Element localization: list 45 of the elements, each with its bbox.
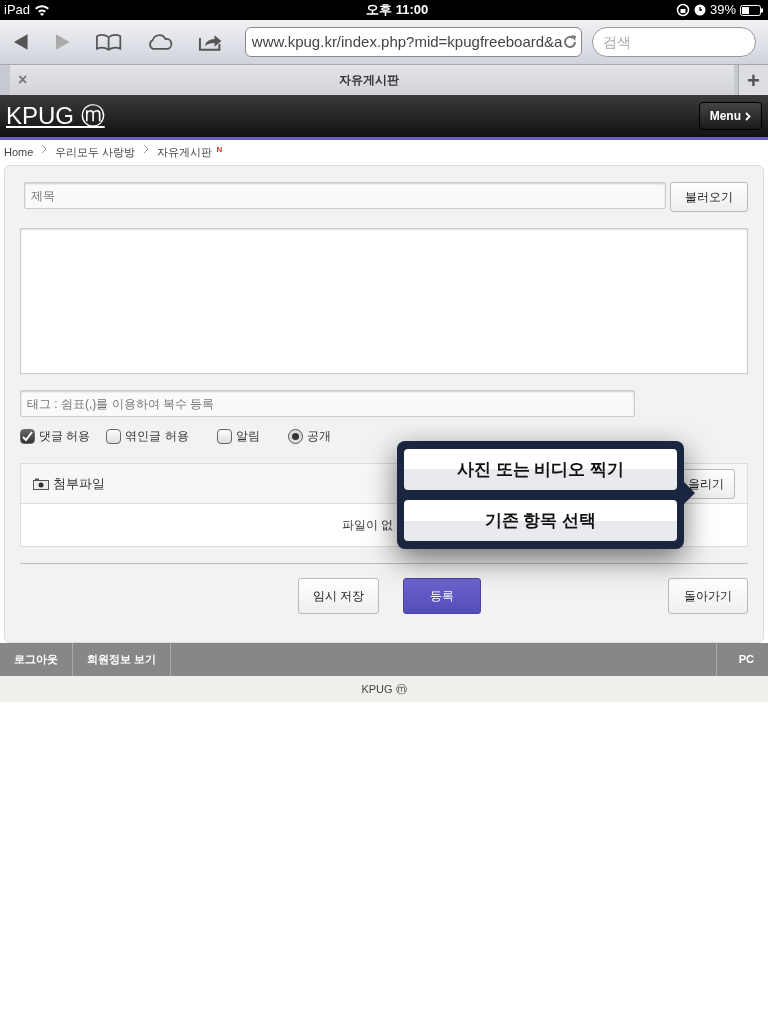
checkbox[interactable] bbox=[216, 428, 232, 444]
new-tab-button[interactable]: + bbox=[738, 65, 768, 95]
battery-icon bbox=[740, 4, 764, 16]
tab-title: 자유게시판 bbox=[338, 72, 400, 89]
copyright-text: KPUG ⓜ bbox=[361, 681, 407, 697]
chevron-icon bbox=[143, 144, 150, 154]
option-label: 알림 bbox=[235, 428, 260, 445]
back-icon[interactable] bbox=[12, 33, 30, 51]
save-draft-button[interactable]: 임시 저장 bbox=[298, 578, 380, 614]
tag-field[interactable]: 태그 : 쉼표(,)를 이용하여 복수 등록 bbox=[20, 390, 635, 417]
wifi-icon bbox=[34, 4, 51, 16]
chevron-icon bbox=[41, 144, 48, 154]
battery-percent: 39% bbox=[709, 1, 736, 20]
rotation-lock-icon bbox=[675, 3, 690, 17]
checkbox[interactable] bbox=[20, 428, 35, 444]
new-marker: N bbox=[216, 144, 223, 156]
load-button[interactable]: 불러오기 bbox=[670, 182, 748, 212]
search-field[interactable]: 검색 bbox=[592, 27, 756, 57]
option-label: 엮인글 허용 bbox=[125, 428, 189, 445]
alarm-icon bbox=[693, 4, 706, 16]
option-label: 댓글 허용 bbox=[39, 428, 91, 445]
menu-button[interactable]: Menu bbox=[698, 102, 762, 130]
submit-button[interactable]: 등록 bbox=[403, 578, 482, 614]
browser-tab[interactable]: × 자유게시판 bbox=[10, 65, 734, 95]
popover-item[interactable]: 기존 항목 선택 bbox=[404, 500, 677, 541]
bookmarks-icon[interactable] bbox=[95, 33, 123, 51]
popover-item[interactable]: 사진 또는 비디오 찍기 bbox=[404, 449, 677, 490]
empty-message: 파일이 없 bbox=[342, 517, 394, 534]
status-time: 오후 11:00 bbox=[366, 1, 429, 20]
chevron-icon bbox=[745, 111, 751, 121]
option-label: 공개 bbox=[306, 428, 331, 445]
radio-button[interactable] bbox=[287, 428, 303, 444]
title-field[interactable]: 제목 bbox=[24, 182, 666, 209]
camera-icon bbox=[33, 477, 49, 490]
checkbox[interactable] bbox=[106, 428, 122, 444]
cloud-icon[interactable] bbox=[146, 33, 174, 51]
url-field[interactable]: www.kpug.kr/index.php?mid=kpugfreeboard&a bbox=[244, 27, 582, 57]
attachment-title: 첨부파일 bbox=[53, 474, 105, 493]
breadcrumb-link[interactable]: Home bbox=[4, 144, 34, 161]
site-logo[interactable]: KPUG ⓜ bbox=[6, 98, 105, 134]
device-name: iPad bbox=[4, 1, 31, 20]
breadcrumb-link[interactable]: 우리모두 사랑방 bbox=[55, 144, 136, 161]
reload-icon[interactable] bbox=[562, 34, 579, 50]
back-button[interactable]: 돌아가기 bbox=[668, 578, 748, 614]
breadcrumb-link[interactable]: 자유게시판 bbox=[157, 144, 213, 161]
